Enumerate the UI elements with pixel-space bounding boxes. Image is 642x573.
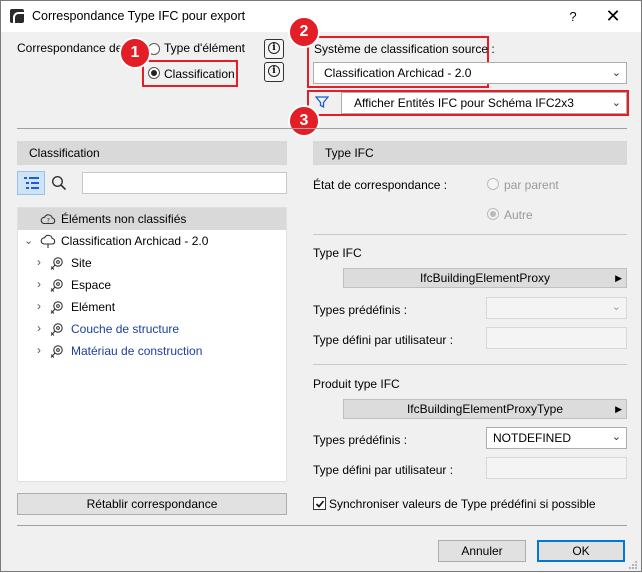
callout-badge-3: 3 [288,105,320,137]
chevron-down-icon: ⌄ [611,67,621,79]
info-icon: i [268,65,280,77]
sync-checkbox-label[interactable]: Synchroniser valeurs de Type prédéfini s… [329,497,596,511]
source-system-value: Classification Archicad - 2.0 [324,66,472,80]
classification-item-icon [49,321,65,337]
ifc-schema-filter-value: Afficher Entités IFC pour Schéma IFC2x3 [354,96,574,110]
triangle-right-icon: ▶ [615,404,622,414]
tree-list-icon [24,177,39,189]
unclassified-label: Éléments non classifiés [61,212,187,226]
divider [313,364,627,365]
classification-item-icon [49,343,65,359]
dialog-window: Correspondance Type IFC pour export ? ✕ … [0,0,642,572]
title-bar: Correspondance Type IFC pour export ? ✕ [1,1,641,32]
product-type-value: IfcBuildingElementProxyType [406,402,564,416]
ifc-type-panel-header: Type IFC [313,141,627,165]
chevron-down-icon: ⌄ [611,431,621,443]
product-type-selector-button[interactable]: IfcBuildingElementProxyType ▶ [343,399,627,419]
info-icon: i [268,42,280,54]
chevron-down-icon[interactable]: ⌄ [24,234,33,247]
cancel-button[interactable]: Annuler [438,540,526,562]
tree-item-label[interactable]: Matériau de construction [71,340,202,362]
classification-root-label[interactable]: Classification Archicad - 2.0 [61,230,208,252]
divider [313,234,627,235]
predefined-types-label-1: Types prédéfinis : [313,303,408,317]
help-button[interactable]: ? [561,5,585,29]
tree-view-toggle[interactable] [17,171,45,195]
chevron-down-icon: ⌄ [611,301,621,313]
chevron-right-icon[interactable]: › [37,343,41,357]
classification-panel-header: Classification [17,141,287,165]
predefined-types-value-2: NOTDEFINED [493,431,571,445]
predefined-types-label-2: Types prédéfinis : [313,433,408,447]
unclassified-cloud-icon: ? [40,214,56,224]
archicad-app-icon [10,9,24,23]
info-button-classification[interactable]: i [264,62,284,82]
chevron-right-icon[interactable]: › [37,299,41,313]
close-button[interactable]: ✕ [601,5,625,29]
ifc-type-selector-button[interactable]: IfcBuildingElementProxy ▶ [343,268,627,288]
predefined-types-dropdown-1: ⌄ [486,297,627,319]
triangle-right-icon: ▶ [615,273,622,283]
classification-root-icon [40,234,56,248]
callout-badge-1: 1 [119,37,151,69]
tree-item-label[interactable]: Elément [71,296,115,318]
user-defined-type-label-2: Type défini par utilisateur : [313,463,454,477]
chevron-right-icon[interactable]: › [37,277,41,291]
predefined-types-dropdown-2[interactable]: NOTDEFINED ⌄ [486,427,627,449]
source-system-dropdown[interactable]: Classification Archicad - 2.0 ⌄ [313,62,627,84]
checkmark-icon [315,500,325,508]
chevron-right-icon[interactable]: › [37,255,41,269]
radio-element-type-label[interactable]: Type d'élément [164,41,245,55]
chevron-right-icon[interactable]: › [37,321,41,335]
search-icon[interactable] [51,175,67,191]
classification-item-icon [49,299,65,315]
mapping-state-label: État de correspondance : [313,178,448,192]
radio-classification[interactable] [148,67,160,79]
classification-item-icon [49,277,65,293]
window-title: Correspondance Type IFC pour export [32,9,246,23]
user-defined-type-input-2 [486,457,627,479]
tree-item-label[interactable]: Site [71,252,92,274]
radio-other [487,208,499,220]
ok-button[interactable]: OK [537,540,625,562]
sync-checkbox[interactable] [313,497,326,510]
radio-by-parent [487,178,499,190]
user-defined-type-label-1: Type défini par utilisateur : [313,333,454,347]
classification-tree: ? Éléments non classifiés ⌄ Classificati… [17,207,287,482]
source-system-label: Système de classification source : [314,42,495,56]
ifc-type-value: IfcBuildingElementProxy [419,271,551,285]
info-button-element-type[interactable]: i [264,39,284,59]
resize-grip-icon[interactable] [628,559,638,569]
mapping-label: Correspondance des [17,41,129,55]
radio-by-parent-label: par parent [504,178,559,192]
radio-other-label: Autre [504,208,533,222]
chevron-down-icon: ⌄ [611,97,621,109]
radio-classification-label[interactable]: Classification [164,67,235,81]
ifc-type-section-label: Type IFC [313,246,362,260]
callout-badge-2: 2 [288,16,320,48]
svg-text:?: ? [46,216,49,224]
reset-mapping-button[interactable]: Rétablir correspondance [17,493,287,515]
product-type-section-label: Produit type IFC [313,377,400,391]
filter-icon[interactable] [314,95,330,109]
tree-item-label[interactable]: Couche de structure [71,318,179,340]
divider [17,525,627,526]
user-defined-type-input-1 [486,327,627,349]
search-input[interactable] [82,172,287,194]
tree-item-label[interactable]: Espace [71,274,111,296]
classification-item-icon [49,255,65,271]
ifc-schema-filter-dropdown[interactable]: Afficher Entités IFC pour Schéma IFC2x3 … [341,92,627,114]
divider [17,128,627,129]
